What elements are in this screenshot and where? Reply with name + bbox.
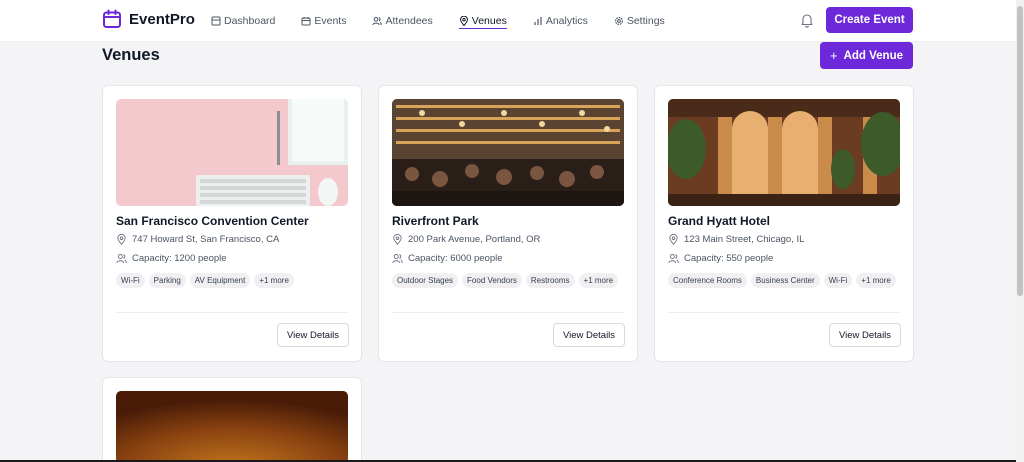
amenity-tag: Wi-Fi xyxy=(823,273,853,288)
venue-amenities: Wi-Fi Parking AV Equipment +1 more xyxy=(116,273,352,291)
plus-icon: + xyxy=(829,48,838,63)
gear-icon xyxy=(614,16,623,26)
users-icon xyxy=(116,254,127,264)
nav-analytics-label: Analytics xyxy=(545,15,588,27)
amenity-tag: Restrooms xyxy=(525,273,575,288)
amenity-tag: Wi-Fi xyxy=(116,273,145,288)
venue-photo-bar xyxy=(392,99,624,206)
card-divider xyxy=(668,312,900,313)
top-navigation-bar: EventPro Dashboard Events Attendees Venu… xyxy=(0,0,1016,42)
venue-capacity-text: Capacity: 1200 people xyxy=(132,253,227,264)
amenity-tag: Business Center xyxy=(750,273,820,288)
venue-card: Riverfront Park 200 Park Avenue, Portlan… xyxy=(378,85,638,362)
users-icon xyxy=(392,254,403,264)
map-pin-icon xyxy=(669,234,678,245)
users-icon xyxy=(668,254,679,264)
venue-card xyxy=(102,377,362,462)
nav-dashboard-label: Dashboard xyxy=(224,15,276,27)
nav-venues[interactable]: Venues xyxy=(458,0,507,42)
venue-name: Grand Hyatt Hotel xyxy=(668,214,771,228)
amenity-more-tag: +1 more xyxy=(856,273,896,288)
calendar-logo-icon xyxy=(103,9,121,28)
venue-amenities: Outdoor Stages Food Vendors Restrooms +1… xyxy=(392,273,628,291)
venue-address: 200 Park Avenue, Portland, OR xyxy=(392,234,540,245)
nav-analytics[interactable]: Analytics xyxy=(533,0,588,42)
venue-capacity-text: Capacity: 550 people xyxy=(684,253,774,264)
amenity-tag: AV Equipment xyxy=(189,273,251,288)
nav-events-label: Events xyxy=(314,15,347,27)
amenity-more-tag: +1 more xyxy=(254,273,294,288)
venue-image xyxy=(668,99,900,206)
venue-address: 123 Main Street, Chicago, IL xyxy=(668,234,804,245)
card-divider xyxy=(392,312,624,313)
venue-capacity-text: Capacity: 6000 people xyxy=(408,253,503,264)
calendar-icon xyxy=(301,17,311,26)
venue-name: San Francisco Convention Center xyxy=(116,214,309,228)
view-details-button[interactable]: View Details xyxy=(277,323,349,347)
venue-photo-hotel xyxy=(668,99,900,206)
card-divider xyxy=(116,312,348,313)
venue-card: San Francisco Convention Center 747 Howa… xyxy=(102,85,362,362)
brand-name: EventPro xyxy=(129,10,195,28)
venue-address-text: 123 Main Street, Chicago, IL xyxy=(684,234,805,245)
add-venue-label: Add Venue xyxy=(843,49,904,62)
venue-photo-warm xyxy=(116,391,348,462)
nav-settings-label: Settings xyxy=(626,15,665,27)
amenity-tag: Parking xyxy=(148,273,186,288)
nav-events[interactable]: Events xyxy=(301,0,346,42)
map-pin-icon xyxy=(117,234,126,245)
venue-card: Grand Hyatt Hotel 123 Main Street, Chica… xyxy=(654,85,914,362)
nav-attendees-label: Attendees xyxy=(385,15,433,27)
amenity-tag: Conference Rooms xyxy=(668,273,747,288)
venue-image xyxy=(116,99,348,206)
nav-attendees[interactable]: Attendees xyxy=(372,0,433,42)
main-nav: Dashboard Events Attendees Venues Analyt… xyxy=(211,0,691,42)
users-icon xyxy=(372,17,383,26)
bar-chart-icon xyxy=(534,17,542,25)
layout-icon xyxy=(211,16,221,26)
venue-address-text: 747 Howard St, San Francisco, CA xyxy=(132,234,280,245)
add-venue-button[interactable]: + Add Venue xyxy=(820,42,913,69)
page-scrollbar[interactable] xyxy=(1016,0,1024,462)
brand-logo[interactable]: EventPro xyxy=(102,9,195,29)
venue-image xyxy=(116,391,348,462)
venue-capacity: Capacity: 550 people xyxy=(668,253,773,264)
nav-venues-label: Venues xyxy=(471,15,507,27)
venue-amenities: Conference Rooms Business Center Wi-Fi +… xyxy=(668,273,904,291)
nav-dashboard[interactable]: Dashboard xyxy=(211,0,275,42)
venue-address-text: 200 Park Avenue, Portland, OR xyxy=(408,234,541,245)
venue-photo-desk xyxy=(116,99,348,206)
amenity-tag: Food Vendors xyxy=(462,273,522,288)
map-pin-icon xyxy=(459,16,468,26)
venue-capacity: Capacity: 1200 people xyxy=(116,253,227,264)
page-title: Venues xyxy=(102,46,160,64)
amenity-more-tag: +1 more xyxy=(578,273,619,288)
amenity-tag: Outdoor Stages xyxy=(392,273,459,288)
create-event-button[interactable]: Create Event xyxy=(826,7,913,33)
view-details-button[interactable]: View Details xyxy=(553,323,625,347)
venue-image xyxy=(392,99,624,206)
view-details-button[interactable]: View Details xyxy=(829,323,901,347)
venue-name: Riverfront Park xyxy=(392,214,479,228)
nav-settings[interactable]: Settings xyxy=(614,0,665,42)
venue-address: 747 Howard St, San Francisco, CA xyxy=(116,234,279,245)
scrollbar-thumb[interactable] xyxy=(1017,6,1023,296)
bell-icon[interactable] xyxy=(799,12,815,28)
venue-capacity: Capacity: 6000 people xyxy=(392,253,503,264)
map-pin-icon xyxy=(393,234,402,245)
